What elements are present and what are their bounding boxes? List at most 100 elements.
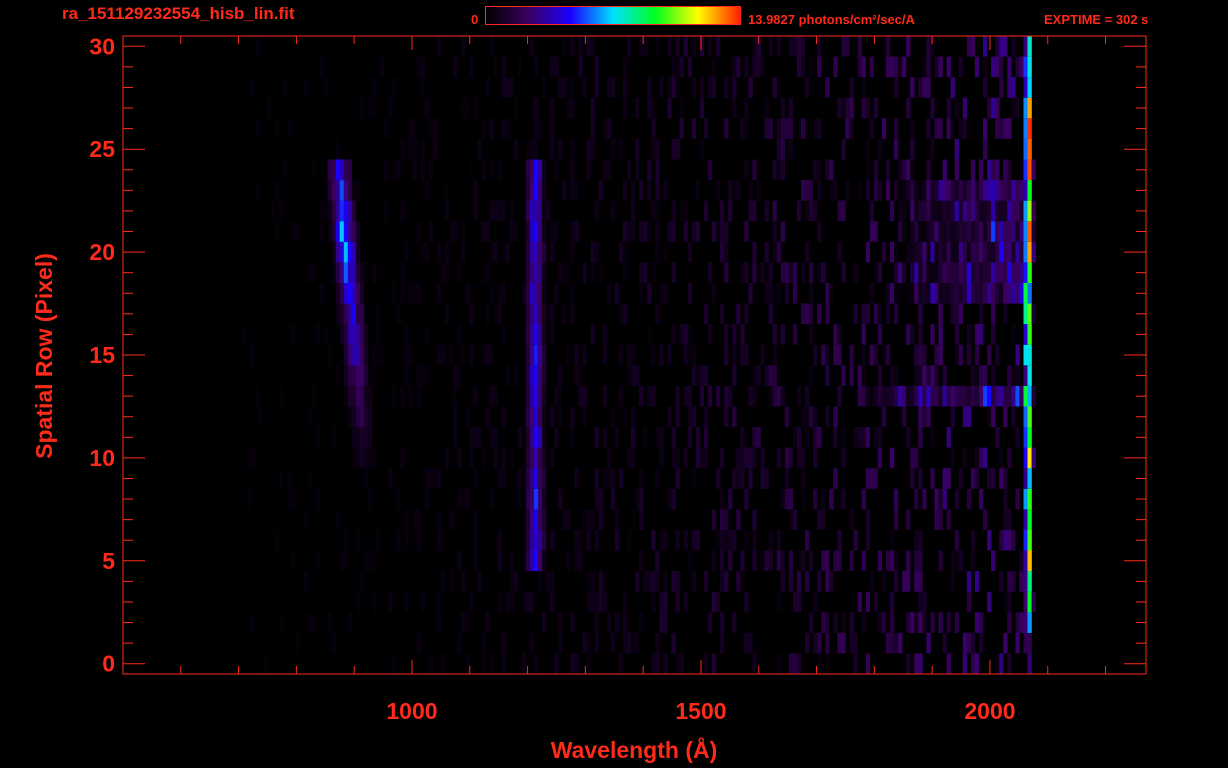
heatmap-cell: [481, 262, 486, 283]
heatmap-cell: [335, 303, 340, 325]
heatmap-cell: [825, 571, 830, 592]
heatmap-cell: [720, 529, 725, 551]
heatmap-cell: [351, 447, 357, 469]
heatmap-cell: [768, 550, 773, 572]
heatmap-cell: [627, 529, 632, 551]
heatmap-cell: [898, 385, 903, 407]
heatmap-cell: [631, 427, 636, 448]
heatmap-cell: [461, 344, 466, 366]
heatmap-cell: [529, 406, 535, 428]
heatmap-cell: [873, 385, 879, 407]
heatmap-cell: [538, 509, 543, 530]
heatmap-cell: [594, 200, 599, 222]
heatmap-cell: [918, 385, 923, 407]
heatmap-cell: [999, 56, 1004, 78]
heatmap-cell: [995, 283, 1000, 304]
heatmap-cell: [788, 36, 794, 57]
heatmap-cell: [529, 159, 535, 181]
heatmap-cell: [813, 427, 818, 448]
heatmap-cell: [360, 324, 365, 345]
heatmap-cell: [970, 653, 976, 674]
heatmap-cell: [809, 550, 814, 572]
heatmap-cell: [489, 200, 494, 222]
heatmap-cell: [809, 262, 814, 283]
heatmap-cell: [501, 283, 506, 304]
heatmap-cell: [408, 385, 413, 407]
heatmap-cell: [311, 612, 316, 633]
heatmap-cell: [671, 447, 676, 469]
heatmap-cell: [970, 365, 976, 386]
heatmap-cell: [538, 385, 543, 407]
heatmap-cell: [768, 262, 773, 283]
heatmap-cell: [853, 653, 858, 674]
heatmap-cell: [364, 406, 369, 428]
heatmap-cell: [869, 571, 874, 592]
heatmap-cell: [497, 283, 502, 304]
heatmap-cell: [792, 509, 798, 530]
heatmap-cell: [1027, 447, 1032, 469]
heatmap-cell: [351, 283, 357, 304]
heatmap-cell: [821, 262, 826, 283]
heatmap-cell: [586, 159, 591, 181]
heatmap-cell: [849, 509, 854, 530]
heatmap-cell: [801, 406, 806, 428]
heatmap-cell: [453, 365, 458, 386]
heatmap-cell: [440, 653, 446, 674]
heatmap-cell: [542, 221, 547, 242]
heatmap-cell: [602, 344, 607, 366]
heatmap-cell: [347, 303, 353, 325]
heatmap-cell: [728, 529, 733, 551]
heatmap-cell: [360, 406, 365, 428]
heatmap-cell: [1007, 221, 1012, 242]
heatmap-cell: [1019, 571, 1024, 592]
heatmap-cell: [877, 303, 883, 325]
heatmap-cell: [902, 221, 907, 242]
heatmap-cell: [473, 468, 478, 489]
heatmap-cell: [958, 550, 963, 572]
heatmap-cell: [1027, 241, 1032, 263]
heatmap-cell: [720, 221, 725, 242]
heatmap-cell: [283, 159, 288, 181]
heatmap-cell: [570, 283, 575, 304]
heatmap-cell: [465, 97, 470, 119]
heatmap-cell: [906, 283, 911, 304]
heatmap-cell: [509, 200, 514, 222]
heatmap-cell: [513, 97, 518, 119]
heatmap-cell: [938, 344, 943, 366]
heatmap-cell: [1015, 221, 1020, 242]
heatmap-cell: [428, 653, 433, 674]
heatmap-cell: [732, 324, 737, 345]
heatmap-cell: [343, 303, 349, 325]
heatmap-cell: [930, 324, 935, 345]
heatmap-cell: [505, 118, 510, 139]
heatmap-cell: [469, 159, 474, 181]
heatmap-cell: [792, 653, 798, 674]
heatmap-cell: [635, 365, 640, 386]
heatmap-cell: [538, 365, 543, 386]
heatmap-cell: [788, 509, 794, 530]
heatmap-cell: [711, 56, 717, 78]
heatmap-cell: [748, 447, 753, 469]
heatmap-cell: [651, 262, 656, 283]
heatmap-cell: [533, 406, 539, 428]
heatmap-cell: [1023, 97, 1028, 119]
heatmap-cell: [675, 571, 680, 592]
heatmap-cell: [995, 118, 1000, 139]
heatmap-cell: [970, 36, 976, 57]
heatmap-cell: [444, 200, 450, 222]
heatmap-cell: [930, 262, 935, 283]
heatmap-cell: [910, 241, 915, 263]
heatmap-cell: [485, 262, 490, 283]
heatmap-cell: [910, 200, 915, 222]
heatmap-cell: [1023, 283, 1028, 304]
heatmap-cell: [1007, 118, 1012, 139]
heatmap-cell: [962, 447, 968, 469]
heatmap-cell: [1015, 632, 1020, 654]
heatmap-cell: [792, 262, 798, 283]
heatmap-cell: [711, 283, 717, 304]
heatmap-cell: [275, 221, 280, 242]
heatmap-cell: [368, 406, 373, 428]
heatmap-cell: [926, 406, 931, 428]
heatmap-cell: [343, 344, 349, 366]
heatmap-cell: [529, 365, 535, 386]
